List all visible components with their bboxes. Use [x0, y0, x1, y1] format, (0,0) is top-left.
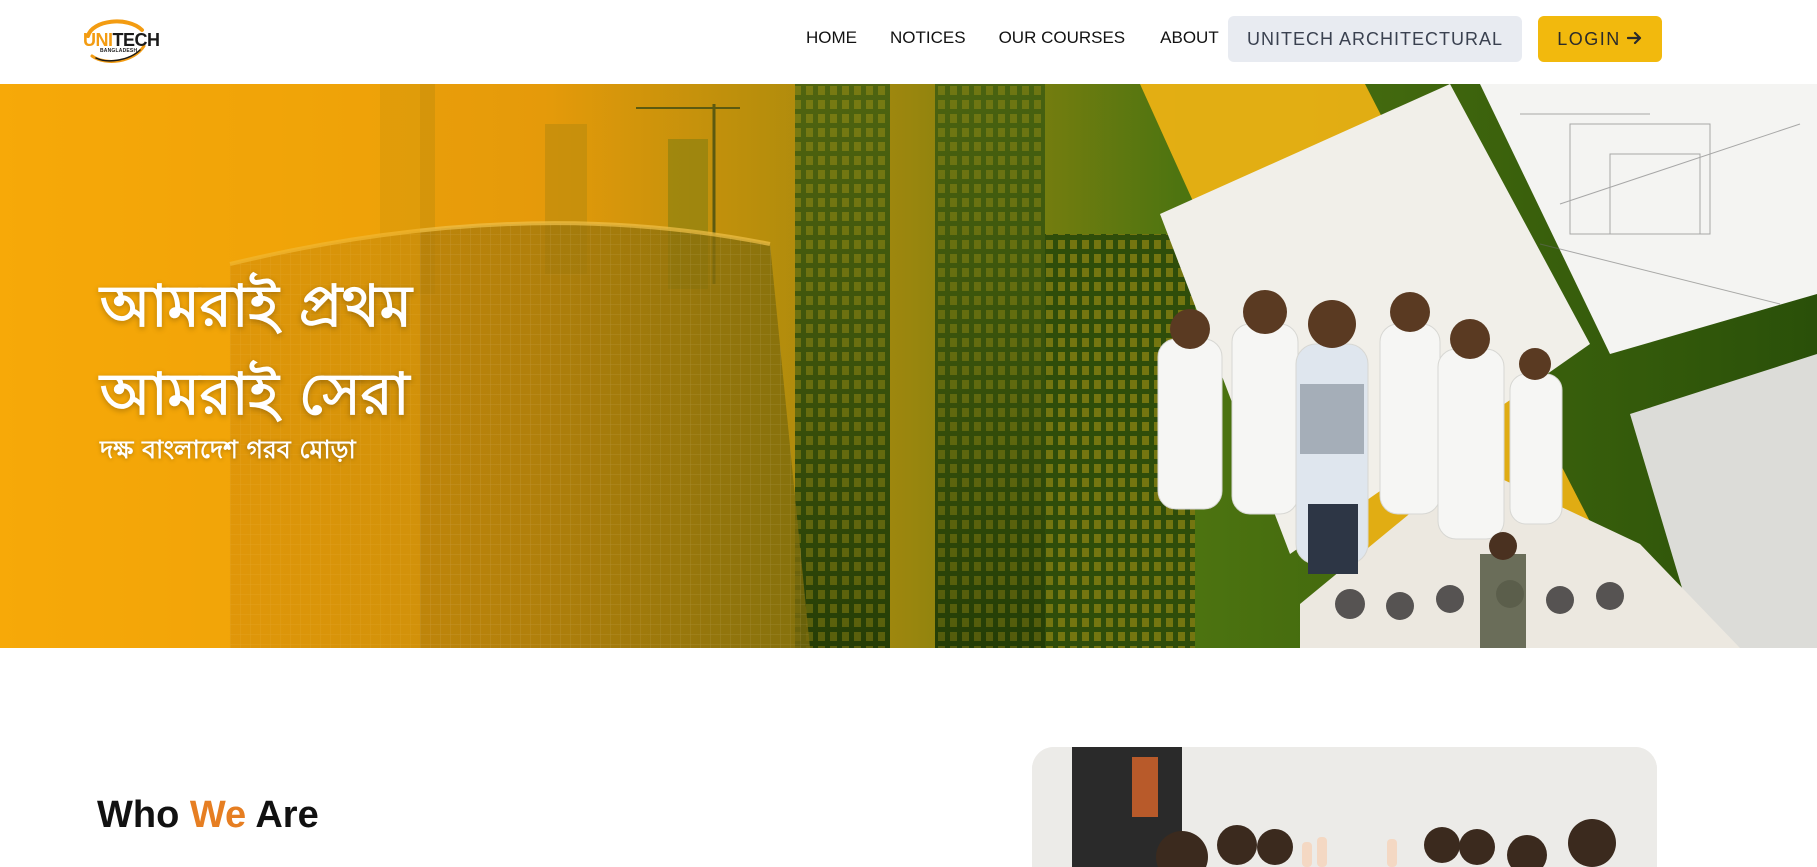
nav-notices-link[interactable]: NOTICES	[890, 27, 966, 49]
who-heading-part2: Are	[255, 794, 319, 836]
main-nav: HOME NOTICES OUR COURSES ABOUT	[806, 27, 1219, 49]
who-heading-accent: We	[189, 794, 247, 836]
hero-heading-line1: আমরাই প্রথম	[100, 272, 413, 340]
hero-banner: আমরাই প্রথম আমরাই সেরা দক্ষ বাংলাদেশ গরব…	[0, 84, 1817, 648]
team-photo-image	[1032, 747, 1657, 867]
login-button[interactable]: LOGIN	[1538, 16, 1662, 62]
nav-our-courses-link[interactable]: OUR COURSES	[999, 27, 1126, 49]
unitech-architectural-button[interactable]: UNITECH ARCHITECTURAL	[1228, 16, 1522, 62]
hero-heading: আমরাই প্রথম আমরাই সেরা	[100, 262, 412, 438]
hero-heading-line2: আমরাই সেরা	[100, 360, 410, 428]
nav-about-link[interactable]: ABOUT	[1160, 27, 1219, 49]
who-we-are-heading: Who We Are	[97, 792, 319, 838]
logo-tagline: BANGLADESH	[100, 48, 138, 54]
arrow-right-icon	[1626, 29, 1643, 50]
unitech-logo[interactable]: UNITECH BANGLADESH	[82, 16, 160, 64]
hero-subheading: দক্ষ বাংলাদেশ গরব মোড়া	[100, 435, 356, 464]
who-heading-part1: Who	[97, 794, 180, 836]
logo-text-uni: UNI	[83, 30, 113, 50]
nav-home-link[interactable]: HOME	[806, 27, 857, 49]
who-we-are-photo	[1032, 747, 1657, 867]
login-button-label: LOGIN	[1557, 28, 1621, 49]
logo-text-tech: TECH	[112, 30, 161, 50]
top-navbar: UNITECH BANGLADESH HOME NOTICES OUR COUR…	[0, 0, 1817, 84]
